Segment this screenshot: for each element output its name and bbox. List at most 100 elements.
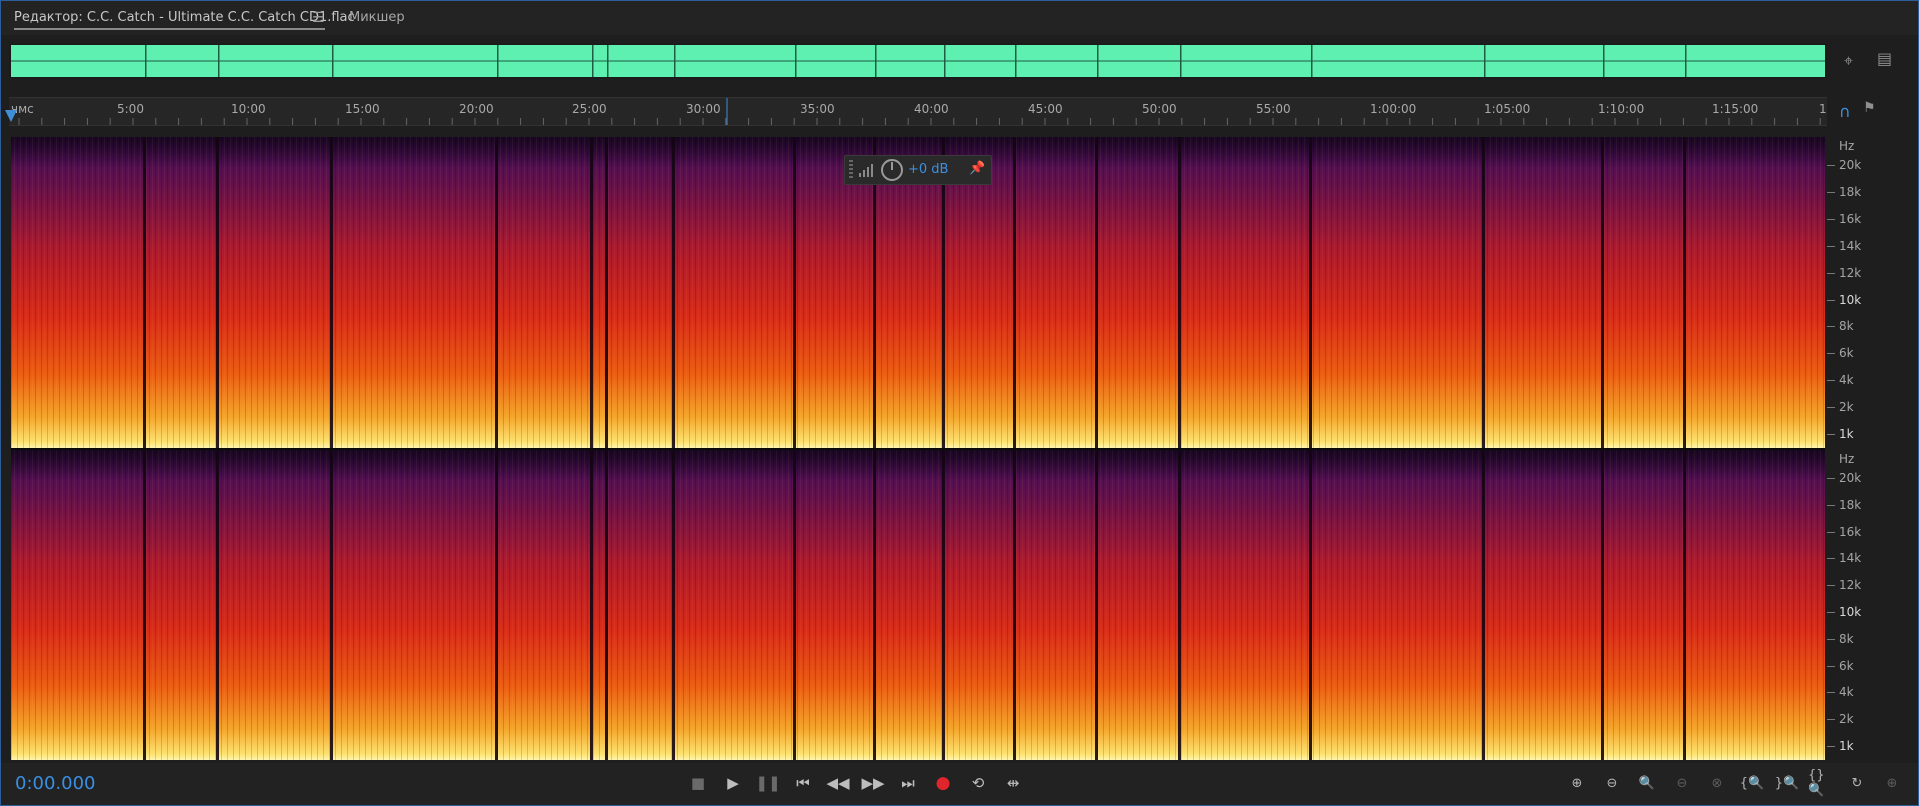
track-gap-line: [590, 450, 593, 760]
gain-value[interactable]: +0 dB: [908, 162, 948, 177]
frequency-tick-label: 8k: [1839, 319, 1854, 334]
play-button[interactable]: ▶: [720, 771, 746, 795]
track-gap-line: [330, 450, 333, 760]
volume-knob[interactable]: [881, 159, 903, 181]
ruler-tick-label: 1:00:00: [1370, 102, 1417, 116]
zoom-out-full-icon: ⊗: [1711, 775, 1723, 791]
frequency-tick-label: 20k: [1839, 471, 1862, 485]
frequency-tick-label: 10k: [1839, 292, 1862, 307]
zoom-reset-icon: ↻: [1851, 775, 1863, 791]
skip-to-start-button[interactable]: ⏮: [790, 771, 816, 795]
pin-icon[interactable]: 📌: [969, 161, 985, 176]
frequency-tick: [1827, 407, 1835, 409]
fast-forward-button[interactable]: ▶▶: [860, 771, 886, 795]
ruler-tick-label: 5:00: [117, 102, 144, 116]
skip-to-end-button[interactable]: ⏭: [895, 771, 921, 795]
playhead-marker[interactable]: [5, 110, 17, 122]
zoom-reset-button[interactable]: ↻: [1843, 771, 1871, 795]
time-ruler[interactable]: чмс 5:00 10:00 15:00 20:00 25:00 30:00 35:00 40:…: [9, 97, 1827, 126]
stop-icon: ■: [690, 774, 706, 792]
frequency-axis-right: Hz 20k 18k 16k 14k 12k 10k 8k 6k 4k 2k 1k: [1827, 450, 1897, 760]
frequency-tick: [1827, 299, 1835, 301]
track-gap-line: [1178, 450, 1181, 760]
active-tab-indicator: [14, 28, 325, 30]
hamburger-icon[interactable]: ☰: [312, 10, 325, 26]
zoom-in-amplitude-icon: ⊕: [1571, 775, 1583, 791]
zoom-in-point-button[interactable]: {🔍: [1738, 771, 1766, 795]
track-gap-line: [1683, 450, 1686, 760]
frequency-tick: [1827, 719, 1835, 721]
track-gap-line: [873, 450, 876, 760]
panel-options-icon[interactable]: ▤: [1877, 49, 1892, 68]
track-gap-line: [1601, 137, 1604, 448]
frequency-tick-label: 10k: [1839, 605, 1862, 619]
skip-selection-button[interactable]: ⇹: [1000, 771, 1026, 795]
zoom-out-amplitude-button[interactable]: ⊖: [1598, 771, 1626, 795]
frequency-tick: [1827, 665, 1835, 667]
loop-button[interactable]: ⟲: [965, 771, 991, 795]
frequency-tick-label: 20k: [1839, 158, 1862, 172]
frequency-tick-label: 12k: [1839, 265, 1862, 280]
track-gap-line: [590, 137, 593, 448]
frequency-tick: [1827, 245, 1835, 247]
frequency-tick-label: 6k: [1839, 658, 1854, 673]
skip-to-end-icon: ⏭: [901, 774, 915, 792]
track-gaps: [11, 450, 1825, 760]
frequency-tick-label: 1k: [1839, 739, 1854, 753]
current-time-display[interactable]: 0:00.000: [15, 773, 96, 794]
frequency-tick-label: 16k: [1839, 211, 1862, 226]
frequency-unit-label: Hz: [1839, 139, 1855, 153]
ruler-tick-label: 55:00: [1256, 102, 1291, 116]
hud-volume-control[interactable]: +0 dB 📌: [844, 155, 992, 185]
frequency-tick: [1827, 504, 1835, 506]
track-gap-line: [605, 137, 608, 448]
hud-drag-handle[interactable]: [849, 160, 853, 180]
tab-editor[interactable]: Редактор: C.C. Catch - Ultimate C.C. Cat…: [14, 10, 355, 25]
zoom-frequency-button[interactable]: ⊕: [1878, 771, 1906, 795]
frequency-tick-label: 2k: [1839, 400, 1854, 415]
frequency-tick-label: 14k: [1839, 551, 1862, 566]
marker-pin-icon[interactable]: ⚑: [1863, 100, 1876, 116]
frequency-tick-label: 8k: [1839, 631, 1854, 646]
frequency-tick: [1827, 612, 1835, 613]
pause-icon: ❚❚: [755, 774, 781, 792]
zoom-navigator-icon[interactable]: ⌖: [1844, 51, 1853, 71]
zoom-out-time-button[interactable]: ⊖: [1668, 771, 1696, 795]
frequency-tick-label: 6k: [1839, 346, 1854, 361]
record-icon: ●: [935, 773, 951, 793]
track-gap-line: [495, 137, 498, 448]
transport-bar: 0:00.000 ■ ▶ ❚❚ ⏮ ◀◀ ▶▶ ⏭ ● ⟲ ⇹ ⊕ ⊖ 🔍 ⊖ …: [1, 763, 1918, 805]
zoom-out-point-button[interactable]: }🔍: [1773, 771, 1801, 795]
ruler-tick-label: 20:00: [459, 102, 494, 116]
zoom-in-point-icon: {🔍: [1739, 775, 1765, 791]
snap-magnet-icon[interactable]: ∩: [1839, 102, 1851, 121]
rewind-button[interactable]: ◀◀: [825, 771, 851, 795]
track-gap-line: [216, 137, 219, 448]
frequency-tick: [1827, 638, 1835, 640]
track-gap-line: [1482, 137, 1485, 448]
frequency-tick-label: 18k: [1839, 497, 1862, 512]
ruler-tick-label: 1:15:00: [1712, 102, 1759, 116]
pause-button[interactable]: ❚❚: [755, 771, 781, 795]
overview-waveform[interactable]: [9, 43, 1827, 79]
track-gap-line: [1013, 450, 1016, 760]
fast-forward-icon: ▶▶: [861, 774, 885, 792]
frequency-unit-label: Hz: [1839, 452, 1855, 466]
zoom-out-full-button[interactable]: ⊗: [1703, 771, 1731, 795]
tab-mixer[interactable]: Микшер: [349, 10, 405, 25]
record-button[interactable]: ●: [930, 771, 956, 795]
zoom-to-selection-button[interactable]: {}🔍: [1808, 768, 1836, 798]
zoom-out-point-icon: }🔍: [1774, 775, 1800, 791]
ruler-tick-label: 10:00: [231, 102, 266, 116]
track-gap-line: [330, 137, 333, 448]
frequency-tick: [1827, 272, 1835, 274]
frequency-tick: [1827, 531, 1835, 533]
zoom-in-time-button[interactable]: 🔍: [1633, 771, 1661, 795]
track-gap-line: [1178, 137, 1181, 448]
spectrogram-channel-right[interactable]: [11, 450, 1825, 760]
track-gap-line: [1309, 137, 1312, 448]
stop-button[interactable]: ■: [685, 771, 711, 795]
zoom-in-amplitude-button[interactable]: ⊕: [1563, 771, 1591, 795]
track-gap-line: [216, 450, 219, 760]
ruler-tick-label: 1:10:00: [1598, 102, 1645, 116]
